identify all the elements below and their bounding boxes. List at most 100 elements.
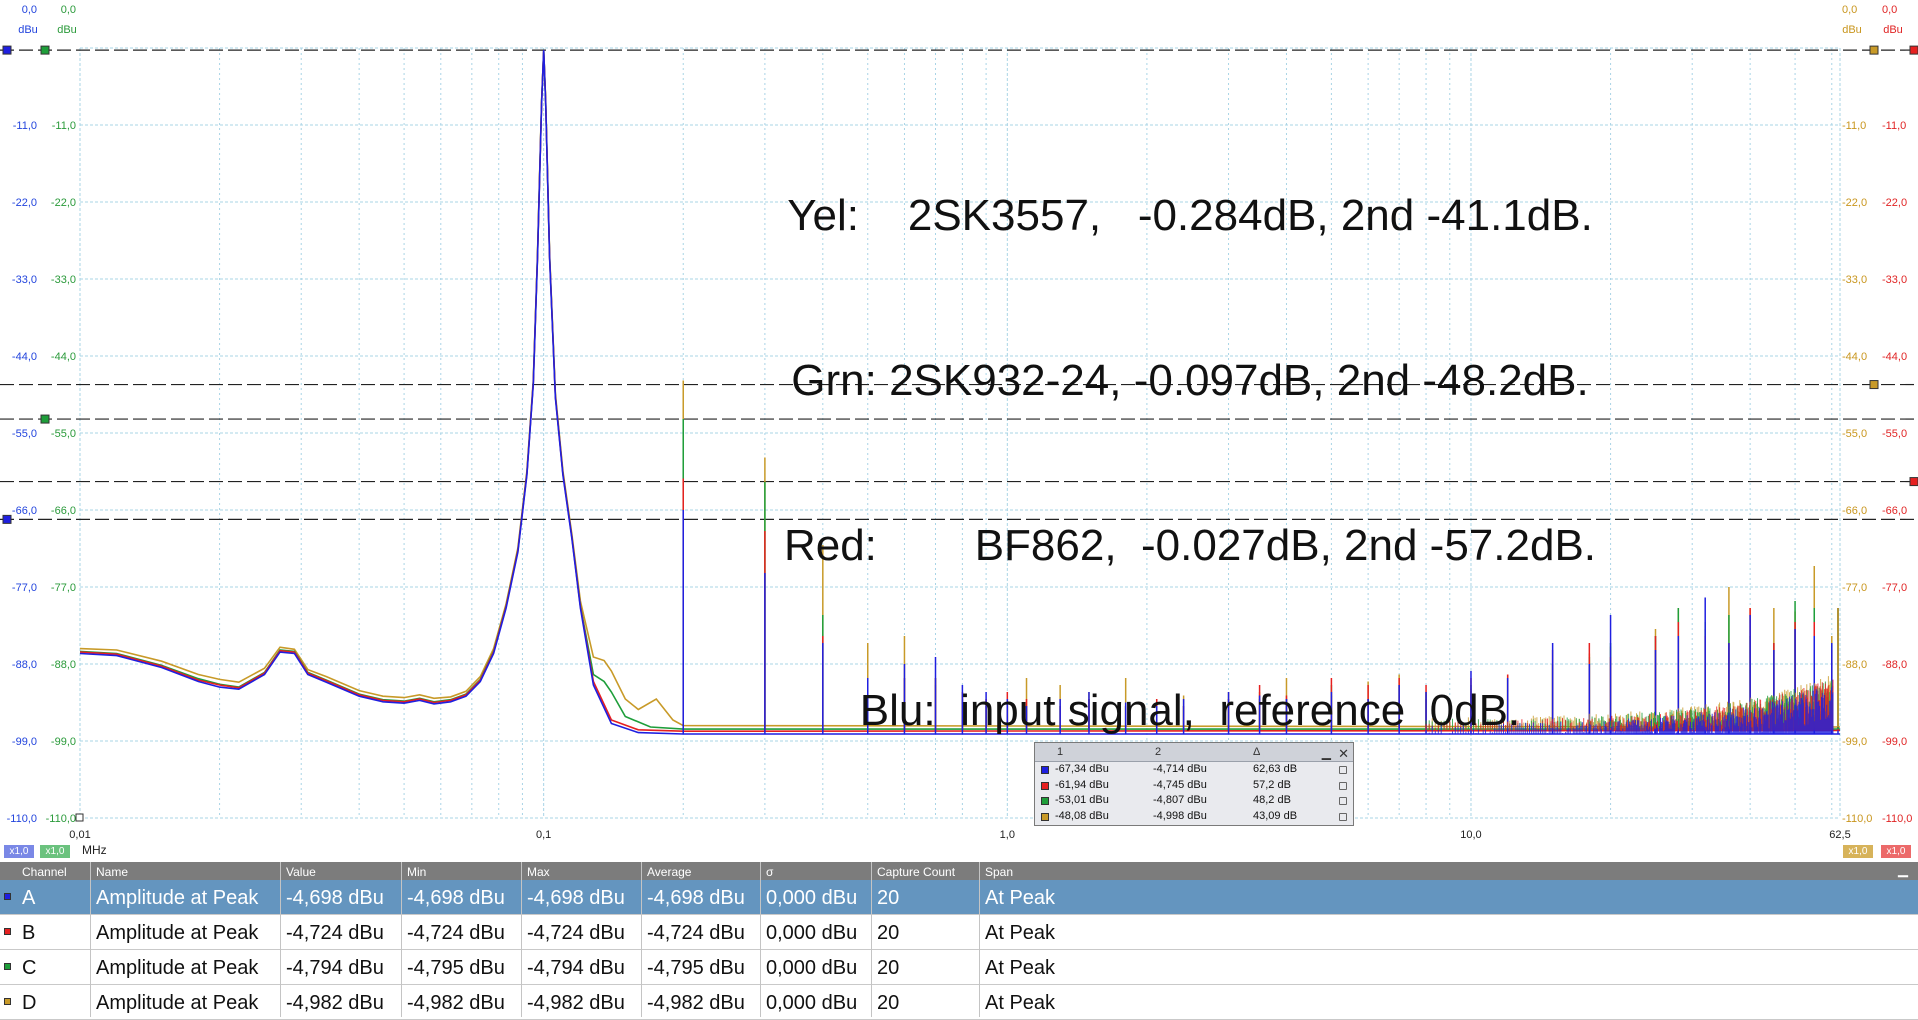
cursor-handle-a[interactable] [2, 514, 12, 524]
close-icon[interactable]: ✕ [1338, 746, 1349, 762]
y-tick-label-b: 0,0 [1882, 4, 1897, 16]
cursor-readout-delta: 57,2 dB [1253, 778, 1291, 791]
lock-icon[interactable] [1339, 797, 1347, 805]
x-tick-label: 10,0 [1460, 829, 1481, 841]
y-tick-label-a: -33,0 [12, 274, 37, 286]
cursor-readout-row: -61,94 dBu -4,745 dBu 57,2 dB [1035, 778, 1353, 794]
cell-channel: A [22, 887, 36, 909]
col-min[interactable]: Min [407, 865, 426, 879]
y-tick-label-a: -11,0 [13, 120, 37, 132]
cursor-handle-b[interactable] [1909, 477, 1918, 487]
cell-max: -4,724 dBu [527, 922, 625, 944]
col-max[interactable]: Max [527, 865, 550, 879]
col-channel[interactable]: Channel [22, 865, 67, 879]
annotation-text: Yel: 2SK3557, -0.284dB, 2nd -41.1dB. Grn… [700, 78, 1680, 793]
origin-marker [75, 813, 84, 822]
cell-min: -4,982 dBu [407, 992, 505, 1014]
collapse-icon[interactable]: ▁ [1898, 862, 1908, 878]
cursor-readout-row: -67,34 dBu -4,714 dBu 62,63 dB [1035, 762, 1353, 778]
y-axis-unit: dBu [1883, 24, 1903, 36]
y-tick-label-a: -99,0 [12, 736, 37, 748]
annotation-line-red: Red: BF862, -0.027dB, 2nd -57.2dB. [783, 521, 1597, 570]
cursor-readout-c2: -4,714 dBu [1153, 763, 1207, 775]
cell-average: -4,698 dBu [647, 887, 745, 909]
channel-color-swatch [1041, 766, 1049, 774]
cursor-handle-a-top[interactable] [2, 45, 12, 55]
y-tick-label-a: -110,0 [7, 813, 37, 825]
y-tick-label-b: -22,0 [1882, 197, 1907, 209]
cursor-handle-c-top[interactable] [40, 45, 50, 55]
table-row[interactable]: C Amplitude at Peak -4,794 dBu -4,795 dBu -4… [0, 950, 1918, 985]
table-header: Channel Name Value Min Max Average σ Cap… [0, 862, 1918, 880]
cursor-readout-delta: 48,2 dB [1253, 794, 1291, 806]
y-tick-label-d: -88,0 [1842, 659, 1867, 671]
table-row[interactable]: D Amplitude at Peak -4,982 dBu -4,982 dBu -4… [0, 985, 1918, 1020]
cell-value: -4,982 dBu [286, 992, 384, 1014]
cursor-readout-c2: -4,807 dBu [1153, 794, 1207, 806]
cell-min: -4,698 dBu [407, 887, 505, 909]
cell-value: -4,724 dBu [286, 922, 384, 944]
y-tick-label-a: -22,0 [12, 197, 37, 209]
y-tick-label-d: -11,0 [1842, 120, 1866, 132]
cursor-handle-c[interactable] [40, 414, 50, 424]
cursor-handle-b-top[interactable] [1909, 45, 1918, 55]
cell-min: -4,795 dBu [407, 957, 505, 979]
lock-icon[interactable] [1339, 781, 1347, 790]
cell-value: -4,698 dBu [286, 887, 384, 909]
scale-pill-c[interactable]: x1,0 [40, 845, 70, 858]
y-tick-label-d: 0,0 [1842, 4, 1857, 16]
scale-pill-d[interactable]: x1,0 [1843, 845, 1873, 858]
y-tick-label-b: -33,0 [1882, 274, 1907, 286]
table-row[interactable]: B Amplitude at Peak -4,724 dBu -4,724 dBu -4… [0, 915, 1918, 950]
minimize-icon[interactable]: ▁ [1322, 746, 1331, 760]
cell-span: At Peak [985, 887, 1056, 909]
column-separator [280, 862, 281, 1017]
channel-color-swatch [4, 928, 11, 935]
y-tick-label-a: -66,0 [12, 505, 37, 517]
y-tick-label-b: -55,0 [1882, 428, 1907, 440]
lock-icon[interactable] [1339, 766, 1347, 774]
y-tick-label-a: -88,0 [12, 659, 37, 671]
y-tick-label-d: -33,0 [1842, 274, 1867, 286]
col-capture-count[interactable]: Capture Count [877, 865, 955, 879]
y-tick-label-a: -77,0 [12, 582, 37, 594]
y-tick-label-a: 0,0 [22, 4, 37, 16]
y-tick-label-c: -33,0 [51, 274, 76, 286]
y-axis-unit: dBu [1842, 24, 1862, 36]
y-tick-label-c: -110,0 [46, 813, 76, 825]
col-sigma[interactable]: σ [766, 865, 773, 879]
cell-max: -4,698 dBu [527, 887, 625, 909]
cursor-readout-panel[interactable]: 1 2 Δ ▁ ✕ -67,34 dBu -4,714 dBu 62,63 dB -6… [1034, 742, 1354, 826]
cursor-readout-header[interactable]: 1 2 Δ ▁ ✕ [1035, 743, 1353, 762]
channel-color-swatch [1041, 781, 1049, 790]
cursor-readout-c1: -67,34 dBu [1055, 763, 1109, 775]
annotation-line-blue: Blu: input signal, reference 0dB. [859, 686, 1521, 735]
cell-channel: B [22, 922, 36, 944]
cursor-readout-row: -48,08 dBu -4,998 dBu 43,09 dB [1035, 809, 1353, 825]
y-tick-label-c: -66,0 [51, 505, 76, 517]
col-value[interactable]: Value [286, 865, 316, 879]
y-tick-label-b: -77,0 [1882, 582, 1907, 594]
cell-name: Amplitude at Peak [96, 992, 259, 1014]
cursor-readout-c1: -48,08 dBu [1055, 809, 1109, 822]
col-name[interactable]: Name [96, 865, 128, 879]
lock-icon[interactable] [1339, 812, 1347, 821]
table-row[interactable]: A Amplitude at Peak -4,698 dBu -4,698 dBu -4… [0, 880, 1918, 915]
x-tick-label: 0,1 [536, 829, 551, 841]
cursor-readout-delta: 62,63 dB [1253, 763, 1298, 775]
scale-pill-b[interactable]: x1,0 [1881, 845, 1911, 858]
cursor-readout-c1: -61,94 dBu [1055, 778, 1109, 791]
cell-count: 20 [877, 922, 900, 944]
cell-channel: C [22, 957, 37, 979]
cursor-handle-d-top[interactable] [1869, 45, 1879, 55]
scale-pill-a[interactable]: x1,0 [4, 845, 34, 858]
y-tick-label-d: -99,0 [1842, 736, 1867, 748]
cursor-handle-d[interactable] [1869, 380, 1879, 390]
column-separator [979, 862, 980, 1017]
col-span[interactable]: Span [985, 865, 1013, 879]
cell-count: 20 [877, 992, 900, 1014]
cell-max: -4,982 dBu [527, 992, 625, 1014]
cursor-2-header: 2 [1155, 746, 1162, 758]
col-average[interactable]: Average [647, 865, 691, 879]
cell-sigma: 0,000 dBu [766, 922, 858, 944]
